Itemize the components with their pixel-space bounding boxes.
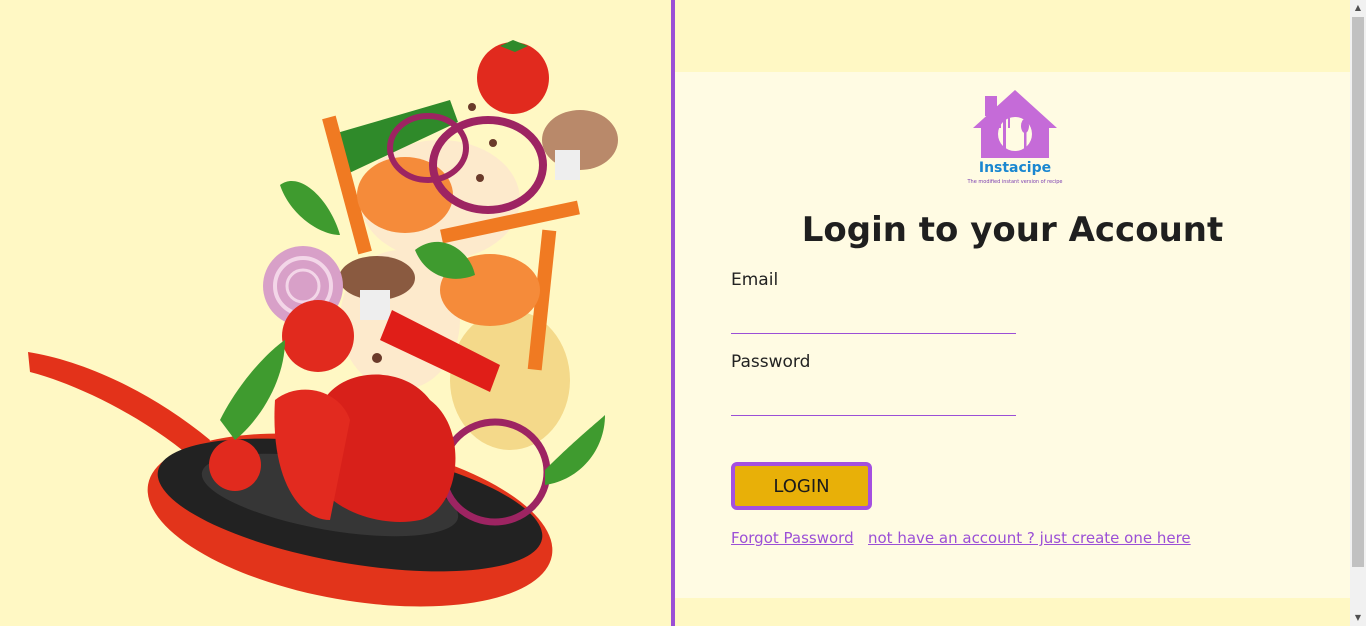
password-field[interactable] [731,387,1016,416]
email-field[interactable] [731,305,1016,334]
house-utensils-icon [973,90,1057,158]
email-label: Email [731,270,779,290]
brand-logo: Instacipe The modified instant version o… [965,88,1065,188]
hero-illustration [0,0,671,626]
login-card: Instacipe The modified instant version o… [675,72,1350,598]
page-title: Login to your Account [801,210,1224,250]
scroll-thumb[interactable] [1352,17,1364,567]
scroll-down-icon[interactable]: ▼ [1350,610,1366,626]
bottom-band [675,598,1350,626]
forgot-password-link[interactable]: Forgot Password [731,529,854,547]
scroll-up-icon[interactable]: ▲ [1350,0,1366,16]
vegetables-pan-illustration [28,40,618,607]
password-label: Password [731,352,811,372]
brand-name: Instacipe [978,160,1052,176]
vertical-scrollbar[interactable]: ▲ ▼ [1350,0,1366,626]
signup-link[interactable]: not have an account ? just create one he… [868,529,1191,547]
brand-tagline: The modified instant version of recipe [967,179,1063,185]
top-band [675,0,1350,72]
login-button[interactable]: LOGIN [731,462,872,510]
